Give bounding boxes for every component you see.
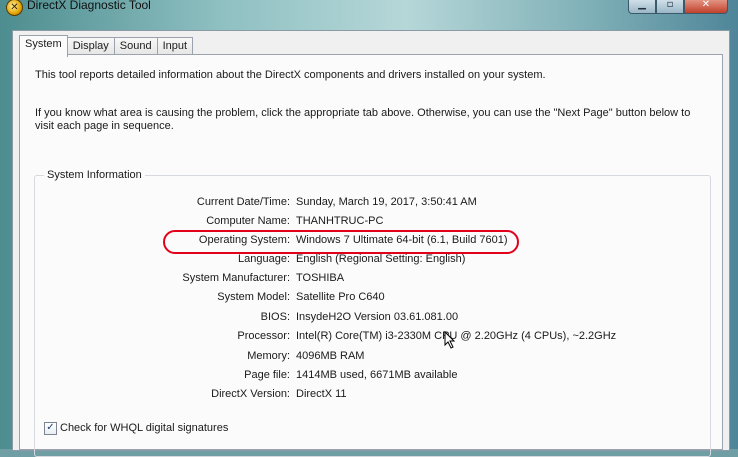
system-information-group: System Information Current Date/Time: Su…	[34, 169, 711, 457]
info-label: Memory:	[247, 350, 290, 362]
info-row-bios: BIOS: InsydeH2O Version 03.61.081.00	[35, 311, 710, 325]
maximize-button[interactable]: ▫	[656, 0, 684, 14]
caption-buttons: ▁ ▫ ✕	[628, 0, 728, 14]
mouse-pointer-icon	[444, 331, 456, 349]
info-value: Intel(R) Core(TM) i3-2330M CPU @ 2.20GHz…	[296, 330, 617, 342]
info-row-page-file: Page file: 1414MB used, 6671MB available	[35, 369, 710, 383]
info-value: 1414MB used, 6671MB available	[296, 369, 458, 381]
dialog-client-area: System Display Sound Input This tool rep…	[12, 30, 730, 457]
info-label: Language:	[238, 253, 290, 265]
info-row-directx-version: DirectX Version: DirectX 11	[35, 388, 710, 402]
info-label: DirectX Version:	[211, 388, 290, 400]
info-label: BIOS:	[260, 311, 290, 323]
info-label: System Model:	[217, 291, 290, 303]
info-row-memory: Memory: 4096MB RAM	[35, 350, 710, 364]
info-row-operating-system: Operating System: Windows 7 Ultimate 64-…	[35, 234, 710, 248]
info-label: Operating System:	[198, 234, 290, 246]
tab-system[interactable]: System	[19, 35, 68, 57]
info-value: English (Regional Setting: English)	[296, 253, 466, 265]
info-row-language: Language: English (Regional Setting: Eng…	[35, 253, 710, 267]
info-value: THANHTRUC-PC	[296, 215, 384, 227]
info-label: Current Date/Time:	[196, 196, 290, 208]
intro-text: This tool reports detailed information a…	[35, 69, 546, 81]
info-label: System Manufacturer:	[182, 272, 290, 284]
system-tab-panel: This tool reports detailed information a…	[19, 54, 723, 457]
info-row-computer-name: Computer Name: THANHTRUC-PC	[35, 215, 710, 229]
dxdiag-app-icon: ✕	[6, 0, 23, 16]
instructions-text: If you know what area is causing the pro…	[35, 107, 691, 132]
dxdiag-window: ✕ DirectX Diagnostic Tool ▁ ▫ ✕ System D…	[0, 0, 738, 457]
info-row-date-time: Current Date/Time: Sunday, March 19, 201…	[35, 196, 710, 210]
info-value: Windows 7 Ultimate 64-bit (6.1, Build 76…	[296, 234, 508, 246]
info-row-manufacturer: System Manufacturer: TOSHIBA	[35, 272, 710, 286]
info-label: Page file:	[244, 369, 290, 381]
whql-checkbox-label: Check for WHQL digital signatures	[60, 422, 229, 434]
tab-strip: System Display Sound Input	[19, 35, 194, 57]
whql-checkbox-row[interactable]: ✓ Check for WHQL digital signatures	[44, 421, 228, 435]
close-button[interactable]: ✕	[684, 0, 728, 14]
title-bar[interactable]: ✕ DirectX Diagnostic Tool ▁ ▫ ✕	[0, 0, 738, 18]
info-value: 4096MB RAM	[296, 350, 365, 362]
info-value: Satellite Pro C640	[296, 291, 385, 303]
info-label: Computer Name:	[206, 215, 290, 227]
minimize-button[interactable]: ▁	[628, 0, 656, 14]
group-label: System Information	[44, 169, 145, 181]
info-value: InsydeH2O Version 03.61.081.00	[296, 311, 459, 323]
info-value: DirectX 11	[296, 388, 347, 400]
info-row-processor: Processor: Intel(R) Core(TM) i3-2330M CP…	[35, 330, 710, 344]
info-row-system-model: System Model: Satellite Pro C640	[35, 291, 710, 305]
whql-checkbox[interactable]: ✓	[44, 421, 57, 435]
info-value: Sunday, March 19, 2017, 3:50:41 AM	[296, 196, 477, 208]
info-value: TOSHIBA	[296, 272, 345, 284]
window-title: DirectX Diagnostic Tool	[27, 0, 151, 12]
info-label: Processor:	[237, 330, 290, 342]
